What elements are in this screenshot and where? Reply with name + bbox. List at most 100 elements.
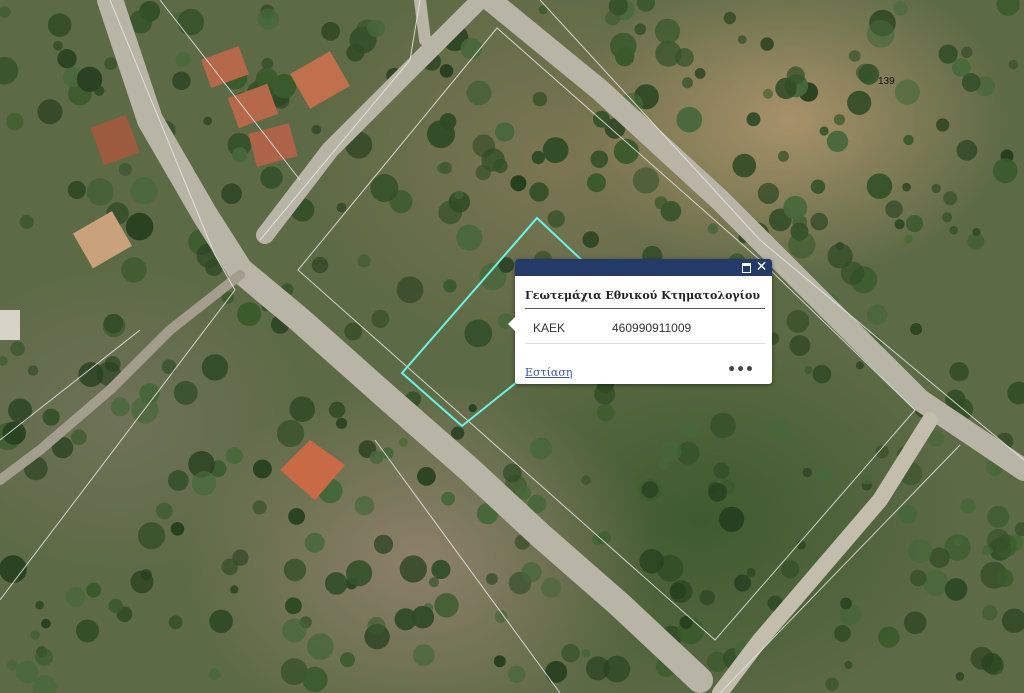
tree-canopy — [894, 219, 905, 230]
parcel-number-label: 139 — [878, 76, 895, 87]
tree-canopy — [710, 412, 736, 439]
tree-canopy — [369, 450, 384, 465]
tree-canopy — [596, 403, 615, 422]
zoom-to-link[interactable]: Εστίαση — [525, 366, 572, 379]
satellite-map[interactable]: 139 — [0, 0, 1024, 693]
tree-canopy — [582, 231, 600, 248]
more-icon[interactable]: ••• — [727, 362, 754, 378]
tree-canopy — [783, 195, 808, 220]
tree-canopy — [641, 481, 659, 499]
tree-canopy — [875, 445, 889, 459]
tree-canopy — [910, 323, 923, 335]
tree-canopy — [746, 112, 761, 127]
info-popup[interactable]: ✕ Γεωτεμάχια Εθνικού Κτηματολογίου ΚΑΕΚ … — [508, 259, 772, 384]
tree-canopy — [451, 426, 465, 440]
tree-canopy — [878, 626, 900, 648]
tree-canopy — [167, 470, 189, 491]
tree-canopy — [639, 549, 664, 574]
tree-canopy — [277, 419, 305, 448]
tree-canopy — [961, 73, 981, 92]
tree-canopy — [786, 310, 810, 333]
maximize-icon[interactable] — [740, 261, 753, 274]
tree-canopy — [208, 668, 221, 681]
tree-canopy — [541, 577, 562, 598]
tree-canopy — [636, 0, 656, 12]
tree-canopy — [108, 598, 123, 614]
tree-canopy — [493, 158, 508, 174]
tree-canopy — [507, 665, 526, 683]
tree-canopy — [41, 618, 51, 629]
tree-canopy — [289, 396, 316, 423]
tree-canopy — [6, 113, 24, 131]
tree-canopy — [335, 417, 348, 429]
tree-canopy — [708, 482, 727, 502]
tree-canopy — [340, 652, 355, 668]
tree-canopy — [307, 633, 334, 660]
tree-canopy — [894, 79, 921, 105]
tree-canopy — [427, 120, 455, 149]
tree-canopy — [104, 57, 117, 70]
popup-pointer — [508, 317, 515, 331]
tree-canopy — [996, 0, 1020, 16]
tree-canopy — [76, 66, 103, 93]
tree-canopy — [161, 359, 177, 375]
tree-canopy — [8, 398, 33, 423]
popup-header: ✕ — [515, 259, 772, 276]
tree-canopy — [909, 569, 927, 587]
tree-canopy — [789, 335, 811, 356]
tree-canopy — [654, 18, 681, 44]
tree-canopy — [987, 505, 1010, 528]
tree-canopy — [439, 64, 454, 78]
tree-canopy — [812, 364, 832, 384]
tree-canopy — [302, 666, 328, 693]
tree-canopy — [681, 420, 699, 439]
tree-canopy — [252, 459, 272, 479]
tree-canopy — [713, 462, 730, 479]
tree-canopy — [530, 437, 552, 460]
tree-canopy — [1001, 608, 1024, 633]
tree-canopy — [357, 254, 371, 268]
tree-canopy — [354, 495, 375, 516]
tree-canopy — [53, 41, 63, 51]
tree-canopy — [632, 167, 660, 194]
tree-canopy — [866, 173, 893, 199]
tree-canopy — [955, 671, 965, 681]
tree-canopy — [367, 19, 385, 38]
tree-canopy — [943, 191, 958, 206]
tree-canopy — [37, 99, 63, 125]
tree-canopy — [732, 153, 757, 178]
tree-canopy — [516, 485, 531, 500]
tree-canopy — [590, 150, 609, 168]
tree-canopy — [203, 116, 213, 126]
close-icon[interactable]: ✕ — [755, 260, 768, 274]
tree-canopy — [282, 618, 307, 643]
tree-canopy — [173, 380, 198, 405]
tree-canopy — [493, 655, 506, 668]
tree-canopy — [394, 608, 417, 631]
tree-canopy — [110, 397, 130, 417]
tree-canopy — [371, 309, 390, 328]
tree-canopy — [441, 491, 455, 506]
attribute-value: 460990911009 — [612, 321, 692, 335]
tree-canopy — [86, 178, 114, 206]
tree-canopy — [904, 234, 913, 244]
tree-canopy — [581, 475, 591, 486]
tree-canopy — [817, 468, 831, 482]
tree-canopy — [898, 504, 918, 524]
tree-canopy — [443, 279, 457, 293]
tree-canopy — [0, 6, 11, 18]
tree-canopy — [437, 163, 448, 174]
tree-canopy — [996, 569, 1014, 588]
tree-canopy — [670, 583, 687, 600]
tree-canopy — [992, 158, 1018, 184]
tree-canopy — [1014, 522, 1024, 537]
map-layer[interactable]: 139 — [0, 0, 1024, 693]
tree-canopy — [47, 13, 72, 37]
tree-canopy — [0, 356, 8, 366]
tree-canopy — [760, 37, 774, 51]
tree-canopy — [954, 367, 969, 381]
tree-canopy — [737, 35, 747, 44]
tree-canopy — [942, 212, 953, 223]
tree-canopy — [777, 150, 789, 162]
tree-canopy — [529, 182, 549, 202]
